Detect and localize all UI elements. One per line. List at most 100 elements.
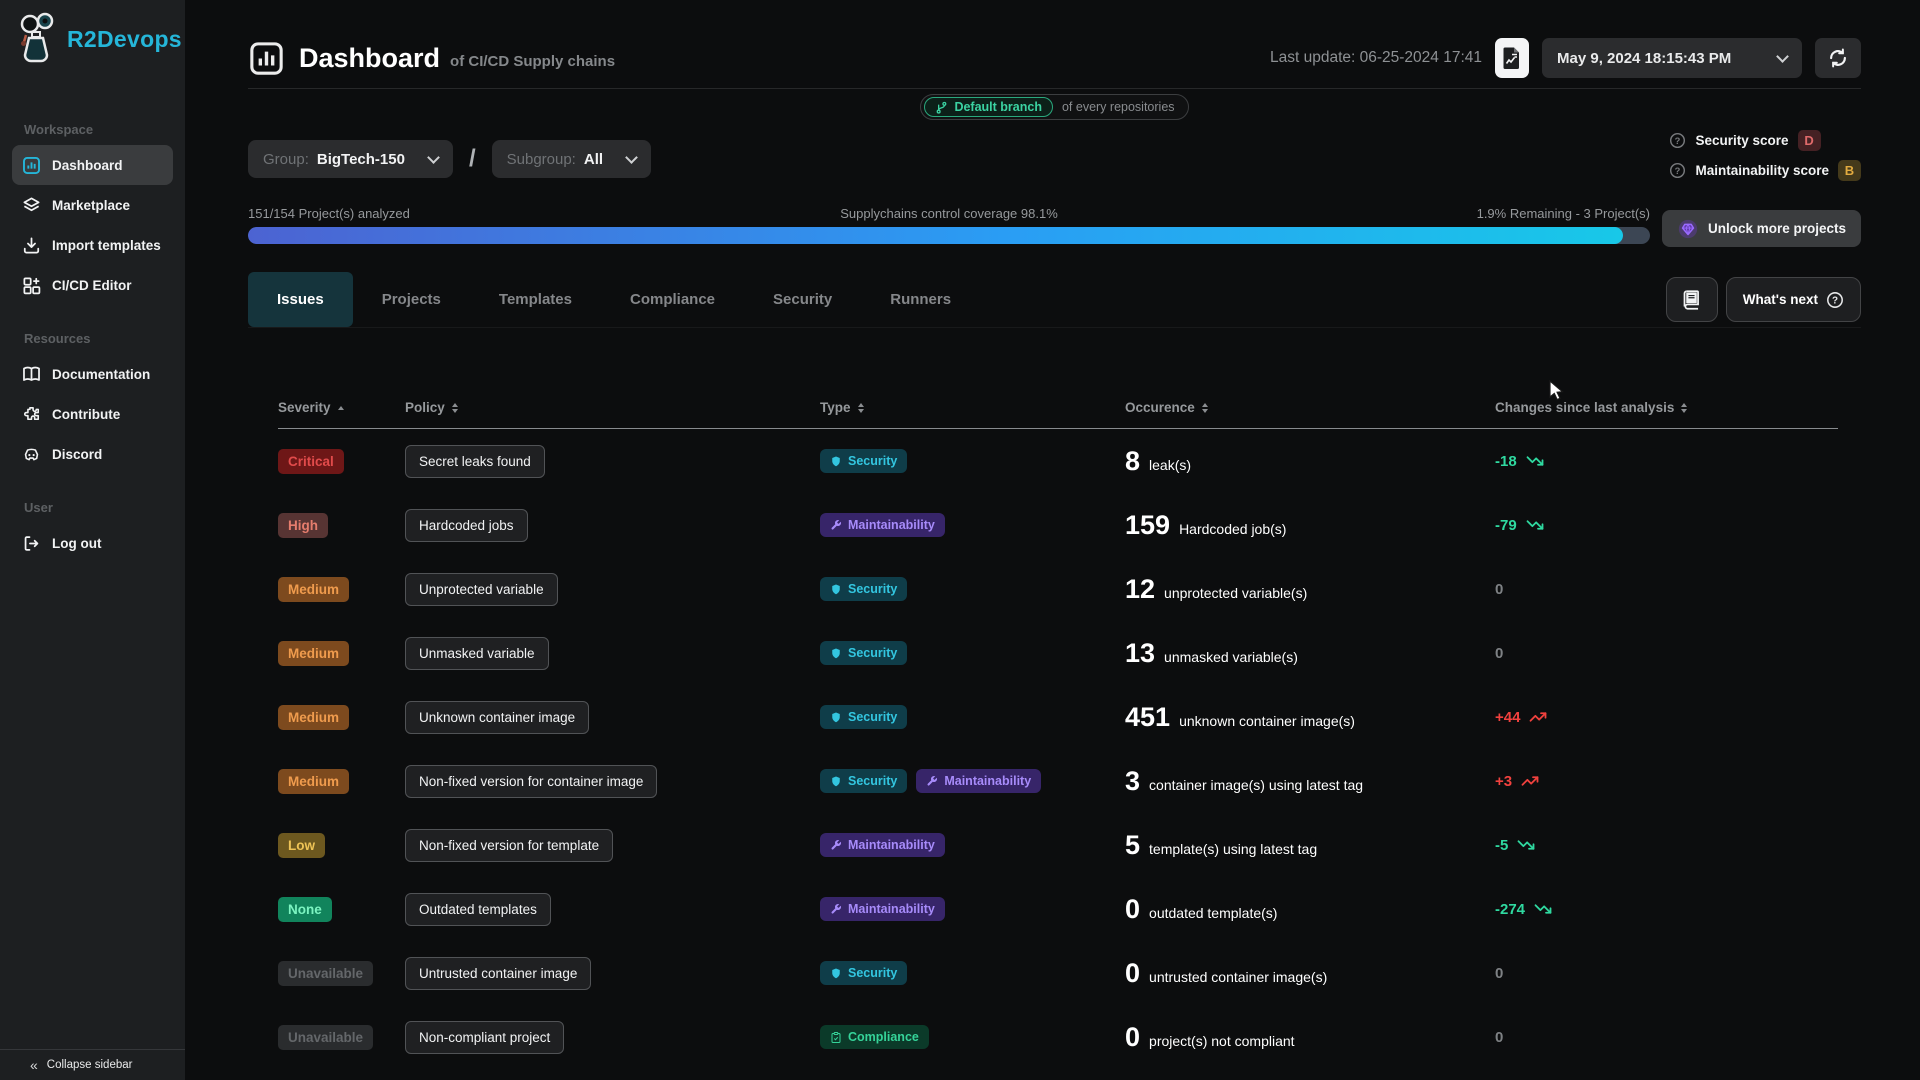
changes-cell: -79 [1495, 516, 1838, 534]
sidebar-item-discord[interactable]: Discord [12, 434, 173, 474]
type-cell: Security [820, 449, 1125, 473]
severity-cell: Medium [278, 641, 405, 666]
refresh-button[interactable] [1815, 38, 1861, 78]
book-icon [1681, 289, 1702, 310]
policy-button[interactable]: Secret leaks found [405, 445, 545, 478]
policy-button[interactable]: Outdated templates [405, 893, 551, 926]
group-select[interactable]: Group: BigTech-150 [248, 140, 453, 178]
column-header-changes[interactable]: Changes since last analysis [1495, 400, 1838, 415]
score-panel: ? Security score D ? Maintainability sco… [1669, 128, 1861, 182]
tab-issues[interactable]: Issues [248, 272, 353, 327]
table-row[interactable]: None Outdated templates Maintainability [278, 877, 1838, 941]
policy-button[interactable]: Untrusted container image [405, 957, 591, 990]
sort-icon [1202, 403, 1208, 413]
policy-button[interactable]: Unprotected variable [405, 573, 558, 606]
maintainability-score-grade: B [1838, 160, 1861, 181]
subgroup-select[interactable]: Subgroup: All [492, 140, 651, 178]
help-circle-icon[interactable]: ? [1669, 162, 1686, 179]
issues-table: Severity Policy Type Occurence Changes s… [278, 400, 1838, 1069]
tab-security[interactable]: Security [744, 272, 861, 327]
policy-button[interactable]: Non-fixed version for container image [405, 765, 657, 798]
occurrence-label: unprotected variable(s) [1164, 585, 1307, 601]
tab-projects[interactable]: Projects [353, 272, 470, 327]
change-value: +44 [1495, 708, 1838, 726]
table-row[interactable]: Unavailable Non-compliant project [278, 1005, 1838, 1069]
sort-icon [858, 403, 864, 413]
coverage-progress: 151/154 Project(s) analyzed Supplychains… [248, 204, 1650, 244]
occurrence-label: unknown container image(s) [1179, 713, 1355, 729]
table-row[interactable]: Medium Unknown container image Security [278, 685, 1838, 749]
header-controls: Last update: 06-25-2024 17:41 May 9, 202… [1270, 38, 1861, 78]
policy-button[interactable]: Hardcoded jobs [405, 509, 528, 542]
column-header-occurence[interactable]: Occurence [1125, 400, 1495, 415]
logout-icon [22, 534, 41, 553]
layers-icon [22, 196, 41, 215]
policy-button[interactable]: Unknown container image [405, 701, 589, 734]
table-row[interactable]: High Hardcoded jobs Maintainability [278, 493, 1838, 557]
table-row[interactable]: Low Non-fixed version for template Maint… [278, 813, 1838, 877]
branch-banner: Default branch of every repositories [248, 94, 1861, 120]
sidebar-item-cicd-editor[interactable]: CI/CD Editor [12, 265, 173, 305]
table-row[interactable]: Unavailable Untrusted container image Se… [278, 941, 1838, 1005]
policy-button[interactable]: Non-compliant project [405, 1021, 564, 1054]
table-row[interactable]: Medium Non-fixed version for container i… [278, 749, 1838, 813]
occurrence-count: 451 [1125, 702, 1170, 733]
severity-badge: Critical [278, 449, 344, 474]
brand-name: R2Devops [67, 26, 182, 53]
compliance-type-badge: Compliance [820, 1025, 929, 1049]
unlock-more-projects-button[interactable]: Unlock more projects [1662, 210, 1861, 247]
sidebar-item-contribute[interactable]: Contribute [12, 394, 173, 434]
report-button[interactable] [1495, 38, 1529, 78]
header-divider [248, 88, 1861, 89]
sidebar-section-workspace: Workspace [24, 122, 185, 137]
change-value: -5 [1495, 836, 1838, 854]
column-header-severity[interactable]: Severity [278, 400, 405, 415]
collapse-sidebar-button[interactable]: « Collapse sidebar [0, 1049, 185, 1080]
occurrence-cell: 0 outdated template(s) [1125, 894, 1495, 925]
occurrence-count: 0 [1125, 1022, 1140, 1053]
trending-down-icon [1524, 452, 1546, 470]
sidebar-item-import-templates[interactable]: Import templates [12, 225, 173, 265]
analysis-date-value: May 9, 2024 18:15:43 PM [1557, 50, 1731, 67]
whats-next-button[interactable]: What's next ? [1726, 277, 1861, 322]
occurrence-count: 0 [1125, 894, 1140, 925]
trending-down-icon [1532, 900, 1554, 918]
severity-cell: Unavailable [278, 1025, 405, 1050]
brand-logo[interactable]: R2Devops [0, 0, 185, 66]
sidebar-item-documentation[interactable]: Documentation [12, 354, 173, 394]
change-value: +3 [1495, 772, 1838, 790]
page-title: Dashboard [299, 43, 440, 74]
sidebar-item-marketplace[interactable]: Marketplace [12, 185, 173, 225]
progress-labels: 151/154 Project(s) analyzed Supplychains… [248, 204, 1650, 222]
sidebar-item-logout[interactable]: Log out [12, 523, 173, 563]
help-circle-icon[interactable]: ? [1669, 132, 1686, 149]
tab-runners[interactable]: Runners [861, 272, 980, 327]
occurrence-label: unmasked variable(s) [1164, 649, 1298, 665]
group-separator: / [469, 145, 476, 173]
severity-cell: High [278, 513, 405, 538]
column-header-policy[interactable]: Policy [405, 400, 820, 415]
analysis-date-select[interactable]: May 9, 2024 18:15:43 PM [1542, 38, 1802, 78]
occurrence-cell: 12 unprotected variable(s) [1125, 574, 1495, 605]
sort-icon [1681, 403, 1687, 413]
help-circle-icon: ? [1826, 291, 1844, 309]
change-value: -79 [1495, 516, 1838, 534]
table-row[interactable]: Medium Unmasked variable Security [278, 621, 1838, 685]
tab-templates[interactable]: Templates [470, 272, 601, 327]
gem-icon [1677, 218, 1699, 240]
maintainability-score-row: ? Maintainability score B [1669, 158, 1861, 182]
projects-analyzed-text: 151/154 Project(s) analyzed [248, 206, 410, 221]
security-type-badge: Security [820, 769, 907, 793]
documentation-book-button[interactable] [1666, 277, 1718, 322]
occurrence-cell: 451 unknown container image(s) [1125, 702, 1495, 733]
sidebar-item-dashboard[interactable]: Dashboard [12, 145, 173, 185]
changes-cell: +44 [1495, 708, 1838, 726]
remaining-text: 1.9% Remaining - 3 Project(s) [1477, 206, 1650, 221]
tab-compliance[interactable]: Compliance [601, 272, 744, 327]
policy-button[interactable]: Unmasked variable [405, 637, 549, 670]
column-header-type[interactable]: Type [820, 400, 1125, 415]
table-row[interactable]: Medium Unprotected variable Security [278, 557, 1838, 621]
policy-button[interactable]: Non-fixed version for template [405, 829, 613, 862]
table-row[interactable]: Critical Secret leaks found Security [278, 429, 1838, 493]
sidebar-item-label: Marketplace [52, 198, 130, 213]
